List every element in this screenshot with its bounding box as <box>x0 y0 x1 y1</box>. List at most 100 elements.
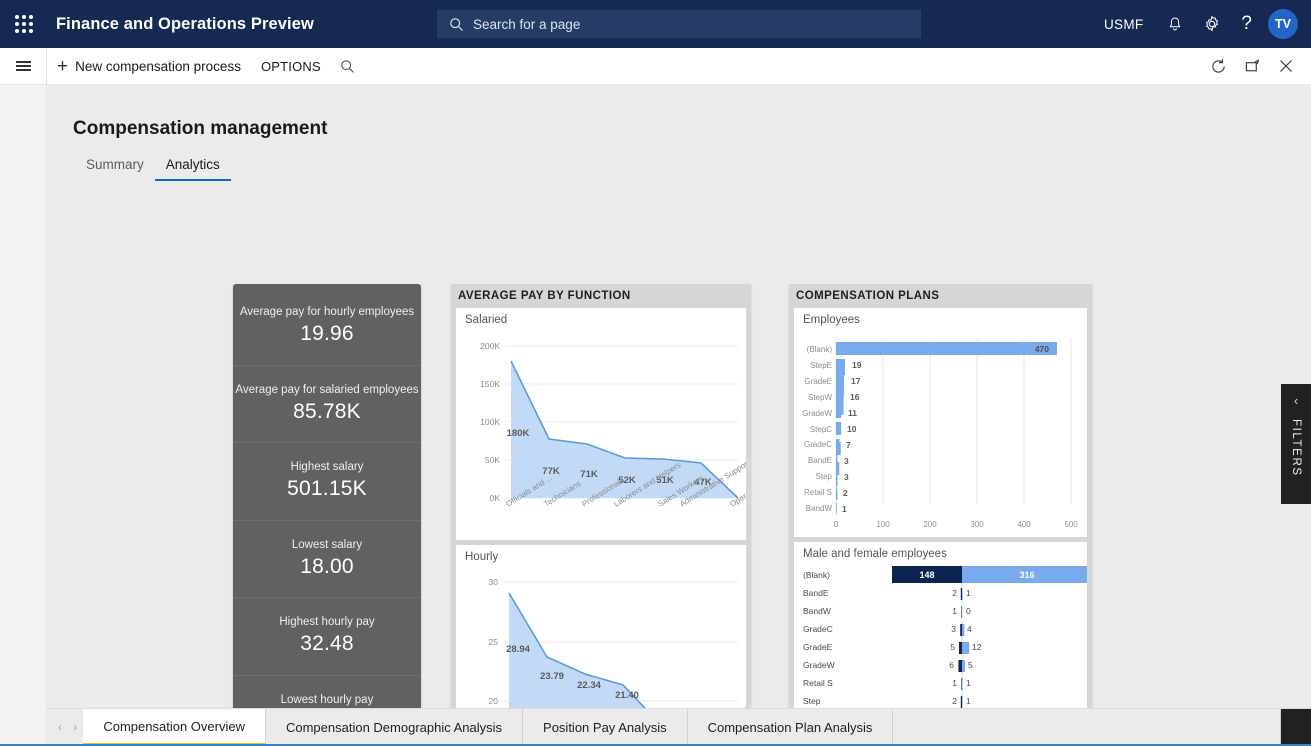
global-search-placeholder: Search for a page <box>473 17 580 32</box>
category-label: (Blank) <box>807 345 833 354</box>
svg-text:100K: 100K <box>480 417 500 427</box>
global-search-input[interactable]: Search for a page <box>437 10 921 38</box>
data-label: 11 <box>848 408 857 418</box>
category-label: GradeC <box>804 440 832 449</box>
svg-text:25: 25 <box>489 637 499 647</box>
tab-strip-next-button[interactable]: › <box>74 722 78 734</box>
tab-strip-filters-spacer <box>1281 709 1311 746</box>
data-label: 148 <box>919 570 934 580</box>
new-compensation-process-label: New compensation process <box>75 59 241 74</box>
bar <box>836 423 841 434</box>
panel-header: COMPENSATION PLANS <box>789 284 1092 308</box>
data-label: 4 <box>967 624 972 634</box>
data-label: 19 <box>852 360 862 370</box>
kpi-average-pay-salaried: Average pay for salaried employees 85.78… <box>233 366 421 444</box>
refresh-icon <box>1210 58 1227 75</box>
bar <box>961 606 962 618</box>
action-pane: + New compensation process OPTIONS <box>0 48 1311 85</box>
left-navigation-rail <box>0 85 46 746</box>
kpi-highest-salary: Highest salary 501.15K <box>233 443 421 521</box>
category-label: Retail S <box>804 488 832 497</box>
hamburger-icon <box>16 59 31 74</box>
tab-summary[interactable]: Summary <box>75 157 155 181</box>
compensation-plan-employees-chart[interactable]: Employees <box>794 308 1087 537</box>
kpi-label: Highest salary <box>291 461 364 473</box>
category-label: (Blank) <box>803 570 830 580</box>
salaried-average-pay-chart[interactable]: Salaried 0K <box>456 308 746 540</box>
action-pane-right-controls <box>1201 48 1311 85</box>
kpi-label: Lowest hourly pay <box>281 694 374 706</box>
x-tick-label: 0 <box>834 520 839 529</box>
kpi-value: 85.78K <box>293 400 361 424</box>
navigation-menu-button[interactable] <box>0 48 46 85</box>
tab-compensation-demographic-analysis[interactable]: Compensation Demographic Analysis <box>266 709 523 746</box>
refresh-button[interactable] <box>1201 48 1235 85</box>
kpi-label: Lowest salary <box>292 539 362 551</box>
tab-compensation-plan-analysis[interactable]: Compensation Plan Analysis <box>688 709 894 746</box>
kpi-value: 19.96 <box>300 322 354 346</box>
category-label: GradeC <box>803 624 833 634</box>
gear-icon <box>1203 15 1221 33</box>
x-tick-label: 500 <box>1064 520 1078 529</box>
app-title: Finance and Operations Preview <box>56 15 314 34</box>
avatar[interactable]: TV <box>1268 9 1298 39</box>
bell-icon <box>1167 16 1183 33</box>
salaried-chart-svg: 0K 50K 100K 150K 200K 180K 77K <box>456 308 746 540</box>
average-pay-by-function-panel: AVERAGE PAY BY FUNCTION Salaried <box>451 284 751 746</box>
tab-analytics[interactable]: Analytics <box>155 157 231 181</box>
notifications-button[interactable] <box>1157 0 1193 48</box>
open-in-new-window-icon <box>1244 58 1261 75</box>
bar <box>962 588 963 600</box>
kpi-label: Average pay for hourly employees <box>240 306 414 318</box>
top-bar-right-controls: USMF ? TV <box>1090 0 1311 48</box>
tab-position-pay-analysis[interactable]: Position Pay Analysis <box>523 709 688 746</box>
settings-button[interactable] <box>1193 0 1231 48</box>
category-label: Retail S <box>803 678 833 688</box>
close-button[interactable] <box>1269 48 1303 85</box>
category-label: StepE <box>810 361 832 370</box>
category-label: GradeW <box>803 660 835 670</box>
panel-header: AVERAGE PAY BY FUNCTION <box>451 284 751 308</box>
data-label: 2 <box>952 696 957 706</box>
kpi-label: Average pay for salaried employees <box>235 384 418 396</box>
svg-text:150K: 150K <box>480 379 500 389</box>
kpi-value: 501.15K <box>287 477 367 501</box>
data-label: 6 <box>949 660 954 670</box>
filters-flyout-button[interactable]: ‹ FILTERS <box>1281 384 1311 504</box>
kpi-summary-card: Average pay for hourly employees 19.96 A… <box>233 284 421 746</box>
data-label: 5 <box>950 642 955 652</box>
data-label: 28.94 <box>506 644 530 655</box>
data-label: 1 <box>966 678 971 688</box>
data-label: 12 <box>972 642 982 652</box>
help-button[interactable]: ? <box>1231 0 1262 48</box>
svg-text:200K: 200K <box>480 341 500 351</box>
x-tick-label: 100 <box>876 520 890 529</box>
bar <box>836 343 1057 354</box>
page-content: Compensation management Summary Analytic… <box>46 85 1311 746</box>
kpi-label: Highest hourly pay <box>279 616 374 628</box>
new-compensation-process-button[interactable]: + New compensation process <box>47 48 251 85</box>
search-icon <box>449 17 464 32</box>
category-label: BandW <box>803 606 831 616</box>
open-in-new-window-button[interactable] <box>1235 48 1269 85</box>
data-label: 17 <box>851 376 861 386</box>
category-label: BandE <box>803 588 829 598</box>
data-label: 3 <box>844 472 849 482</box>
company-selector[interactable]: USMF <box>1090 0 1157 48</box>
tab-strip-prev-button[interactable]: ‹ <box>58 722 62 734</box>
action-pane-search-button[interactable] <box>331 48 365 85</box>
app-launcher-button[interactable] <box>0 0 48 48</box>
data-label: 1 <box>952 606 957 616</box>
data-label: 71K <box>580 469 598 480</box>
compensation-plans-panel: COMPENSATION PLANS Employees <box>789 284 1092 746</box>
data-label: 1 <box>966 696 971 706</box>
tab-compensation-overview[interactable]: Compensation Overview <box>83 709 266 746</box>
kpi-average-pay-hourly: Average pay for hourly employees 19.96 <box>233 288 421 366</box>
data-label: 316 <box>1019 570 1034 580</box>
options-button[interactable]: OPTIONS <box>251 59 331 74</box>
bar <box>961 696 962 708</box>
bar <box>836 455 838 466</box>
category-label: Step <box>816 472 833 481</box>
data-label: 2 <box>843 488 848 498</box>
top-navigation-bar: Finance and Operations Preview Search fo… <box>0 0 1311 48</box>
